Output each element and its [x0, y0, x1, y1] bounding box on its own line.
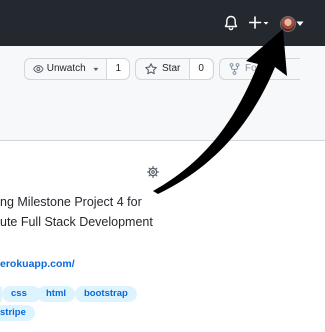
watch-count[interactable]: 1: [106, 59, 129, 79]
notifications-bell-icon[interactable]: [224, 15, 238, 31]
user-avatar[interactable]: [280, 16, 296, 32]
fork-label: Fo: [245, 63, 257, 74]
star-count[interactable]: 0: [189, 59, 212, 79]
description-line-1: ng Milestone Project 4 for: [0, 195, 142, 209]
star-label: Star: [162, 63, 181, 74]
gear-icon[interactable]: [147, 166, 159, 178]
fork-icon: [229, 63, 240, 75]
topic-tag-css[interactable]: css: [2, 286, 41, 302]
eye-icon: [33, 65, 44, 73]
fork-button[interactable]: Fo: [219, 58, 300, 80]
unwatch-button[interactable]: Unwatch 1: [24, 58, 130, 80]
chevron-down-icon: [93, 67, 99, 71]
star-button[interactable]: Star 0: [135, 58, 214, 80]
description-line-2: ute Full Stack Development: [0, 215, 153, 229]
create-new-plus-icon[interactable]: [249, 14, 269, 32]
topic-tag-bootstrap[interactable]: bootstrap: [75, 286, 137, 302]
unwatch-label: Unwatch: [46, 63, 86, 74]
caret-down-icon[interactable]: [296, 21, 304, 27]
top-navigation-bar: [0, 0, 325, 46]
website-link[interactable]: erokuapp.com/: [0, 258, 75, 270]
star-icon: [145, 63, 157, 75]
topic-tag-stripe[interactable]: stripe: [0, 305, 35, 321]
repo-header-area: Unwatch 1 Star 0 Fo: [0, 46, 325, 141]
topic-tag-html[interactable]: html: [37, 286, 76, 302]
